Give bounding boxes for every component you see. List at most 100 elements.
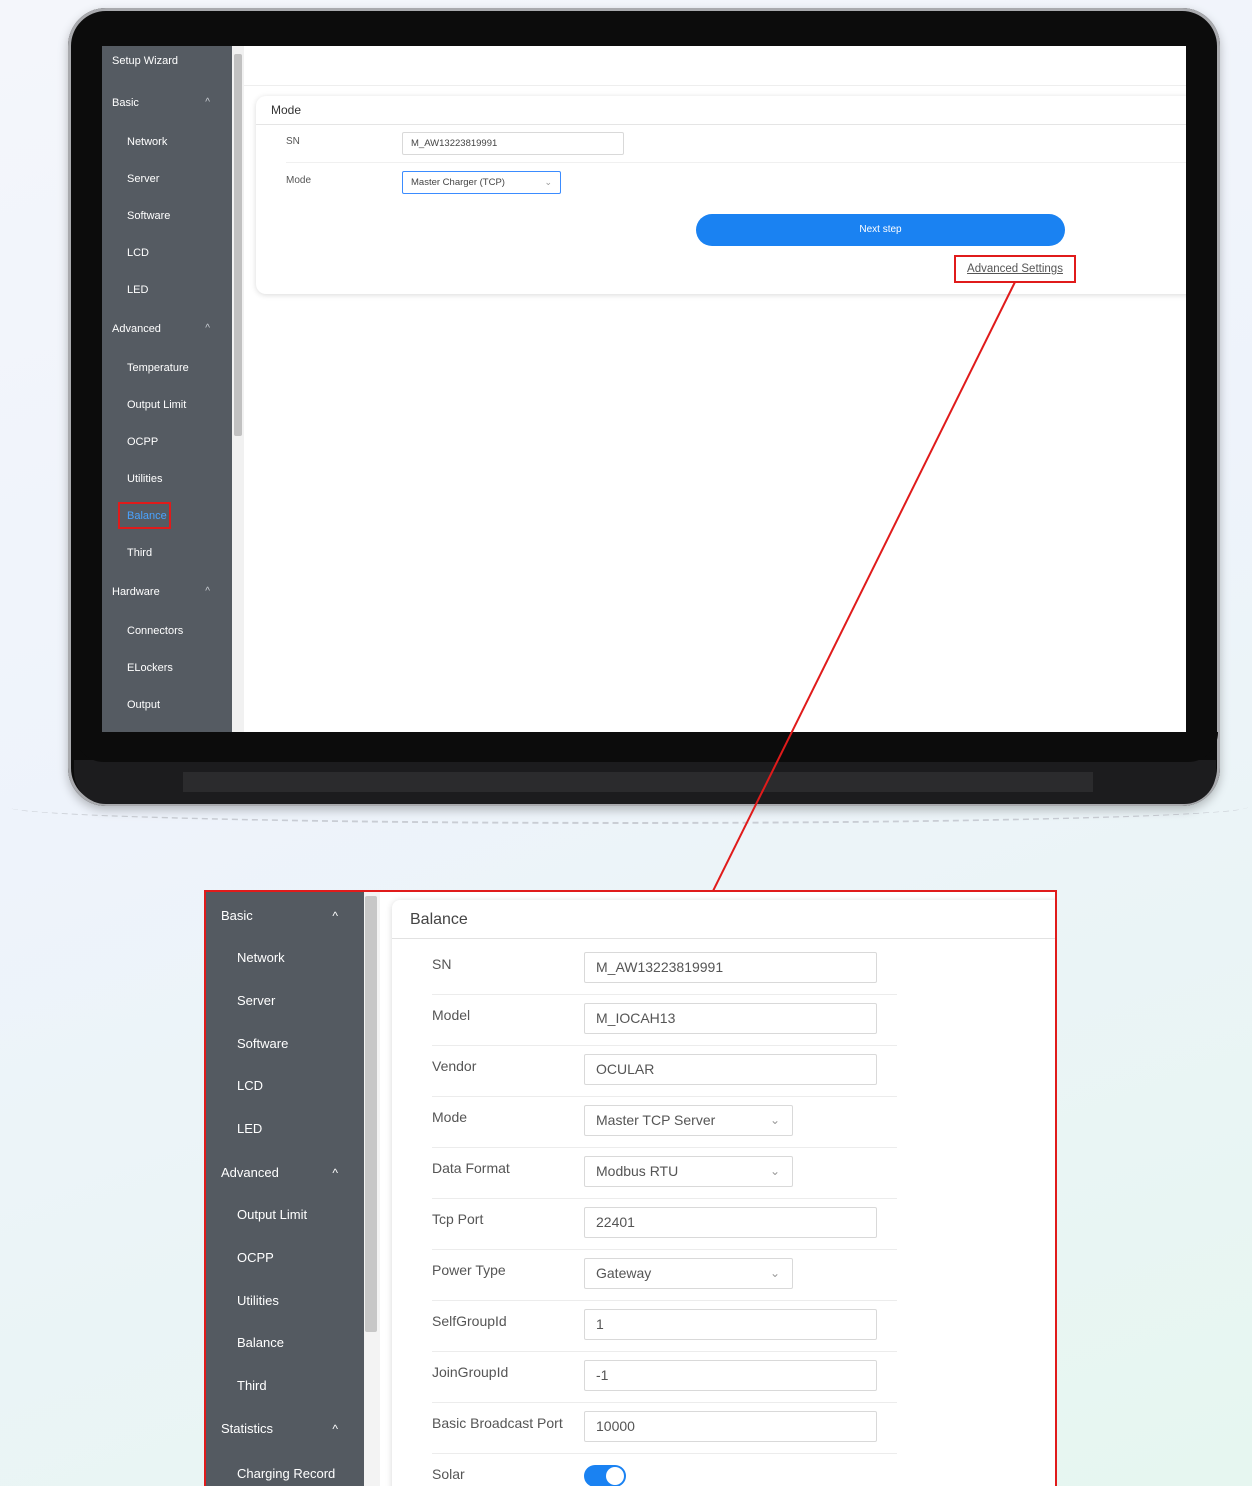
field-row-solar: Solar: [432, 1454, 897, 1486]
chevron-up-icon: ^: [332, 1422, 338, 1436]
field-row-power-type: Power Type Gateway ⌄: [432, 1250, 897, 1301]
sidebar-scrollbar[interactable]: [232, 46, 244, 732]
power-type-select[interactable]: Gateway ⌄: [584, 1258, 793, 1289]
balance-card: Balance SN M_AW13223819991 Model M_IOCAH…: [392, 900, 1055, 1486]
chevron-down-icon: ⌄: [769, 1164, 780, 1178]
sidebar-scrollbar-thumb[interactable]: [234, 54, 242, 436]
sidebar-group-basic[interactable]: Basic ^: [102, 93, 232, 113]
sidebar-item-network[interactable]: Network: [206, 946, 364, 970]
chevron-down-icon: ⌄: [544, 177, 552, 187]
zoom-sidebar-scrollbar[interactable]: [364, 892, 380, 1486]
divider: [392, 938, 1055, 939]
field-row-vendor: Vendor OCULAR: [432, 1046, 897, 1097]
zoom-sidebar: Basic ^ Network Server Software LCD LED A…: [206, 892, 364, 1486]
sidebar-item-connectors[interactable]: Connectors: [102, 621, 232, 641]
mode-select[interactable]: Master TCP Server ⌄: [584, 1105, 793, 1136]
toggle-knob: [606, 1467, 624, 1485]
field-row-sn: SN M_AW13223819991: [432, 944, 897, 995]
model-label: Model: [432, 1007, 471, 1023]
self-group-id-input[interactable]: 1: [584, 1309, 877, 1340]
sidebar-item-third[interactable]: Third: [206, 1374, 364, 1398]
sn-input[interactable]: M_AW13223819991: [402, 132, 624, 155]
tcp-port-label: Tcp Port: [432, 1211, 484, 1227]
advanced-settings-link[interactable]: Advanced Settings: [954, 255, 1076, 283]
tcp-port-input[interactable]: 22401: [584, 1207, 877, 1238]
mode-label: Mode: [432, 1109, 468, 1125]
chevron-up-icon: ^: [205, 97, 210, 108]
laptop-chin-bar: [183, 772, 1093, 792]
sidebar-item-utilities[interactable]: Utilities: [206, 1289, 364, 1313]
chevron-down-icon: ⌄: [769, 1266, 780, 1280]
field-row-basic-broadcast-port: Basic Broadcast Port 10000: [432, 1403, 897, 1454]
main-content: Mode SN M_AW13223819991 Mode Master Char…: [244, 46, 1186, 732]
mode-card: Mode SN M_AW13223819991 Mode Master Char…: [256, 96, 1186, 294]
solar-toggle[interactable]: [584, 1465, 626, 1486]
sidebar-item-output-limit[interactable]: Output Limit: [102, 395, 232, 415]
sidebar-item-software[interactable]: Software: [102, 206, 232, 226]
chevron-up-icon: ^: [205, 323, 210, 334]
solar-label: Solar: [432, 1466, 465, 1482]
sidebar-item-network[interactable]: Network: [102, 132, 232, 152]
basic-broadcast-port-input[interactable]: 10000: [584, 1411, 877, 1442]
sidebar-item-temperature[interactable]: Temperature: [102, 358, 232, 378]
sidebar-item-elockers[interactable]: ELockers: [102, 658, 232, 678]
laptop-screen: Setup Wizard Basic ^ Network Server Softw…: [102, 46, 1186, 732]
data-format-label: Data Format: [432, 1160, 510, 1176]
sidebar-group-advanced[interactable]: Advanced ^: [102, 319, 232, 339]
vendor-label: Vendor: [432, 1058, 477, 1074]
field-row-self-group-id: SelfGroupId 1: [432, 1301, 897, 1352]
self-group-id-label: SelfGroupId: [432, 1313, 507, 1329]
mode-label: Mode: [286, 175, 312, 186]
sidebar-item-output[interactable]: Output: [102, 695, 232, 715]
mode-select[interactable]: Master Charger (TCP) ⌄: [402, 171, 561, 194]
field-row-join-group-id: JoinGroupId -1: [432, 1352, 897, 1403]
sidebar-group-advanced[interactable]: Advanced ^: [206, 1161, 364, 1185]
sidebar-item-led[interactable]: LED: [102, 280, 232, 300]
mode-card-title: Mode: [271, 103, 302, 117]
next-step-button[interactable]: Next step: [696, 214, 1065, 246]
content-header: [244, 46, 1186, 86]
sn-input[interactable]: M_AW13223819991: [584, 952, 877, 983]
sidebar-item-balance[interactable]: Balance: [206, 1331, 364, 1355]
balance-callout-highlight: [118, 502, 171, 529]
join-group-id-label: JoinGroupId: [432, 1364, 509, 1380]
sidebar-item-utilities[interactable]: Utilities: [102, 469, 232, 489]
sn-label: SN: [432, 956, 452, 972]
sidebar-group-hardware[interactable]: Hardware ^: [102, 582, 232, 602]
sidebar: Setup Wizard Basic ^ Network Server Softw…: [102, 46, 232, 732]
basic-broadcast-port-label: Basic Broadcast Port: [432, 1415, 563, 1431]
sidebar-item-ocpp[interactable]: OCPP: [206, 1246, 364, 1270]
chevron-up-icon: ^: [205, 586, 210, 597]
field-row-model: Model M_IOCAH13: [432, 995, 897, 1046]
sidebar-item-lcd[interactable]: LCD: [206, 1074, 364, 1098]
power-type-label: Power Type: [432, 1262, 506, 1278]
divider: [286, 162, 1186, 163]
join-group-id-input[interactable]: -1: [584, 1360, 877, 1391]
sidebar-group-statistics[interactable]: Statistics ^: [206, 1417, 364, 1441]
field-row-data-format: Data Format Modbus RTU ⌄: [432, 1148, 897, 1199]
vendor-input[interactable]: OCULAR: [584, 1054, 877, 1085]
sidebar-item-software[interactable]: Software: [206, 1032, 364, 1056]
zoomed-balance-panel: Basic ^ Network Server Software LCD LED A…: [204, 890, 1057, 1486]
field-row-mode: Mode Master TCP Server ⌄: [432, 1097, 897, 1148]
chevron-up-icon: ^: [332, 1166, 338, 1180]
chevron-down-icon: ⌄: [769, 1113, 780, 1127]
sidebar-item-server[interactable]: Server: [206, 989, 364, 1013]
sidebar-item-third[interactable]: Third: [102, 543, 232, 563]
sidebar-item-output-limit[interactable]: Output Limit: [206, 1203, 364, 1227]
sidebar-item-led[interactable]: LED: [206, 1117, 364, 1141]
balance-card-title: Balance: [410, 911, 468, 928]
sidebar-item-ocpp[interactable]: OCPP: [102, 432, 232, 452]
sidebar-item-lcd[interactable]: LCD: [102, 243, 232, 263]
sidebar-item-server[interactable]: Server: [102, 169, 232, 189]
divider: [256, 124, 1186, 125]
zoom-scrollbar-thumb[interactable]: [365, 896, 377, 1332]
sn-label: SN: [286, 136, 300, 147]
field-row-tcp-port: Tcp Port 22401: [432, 1199, 897, 1250]
sidebar-group-basic[interactable]: Basic ^: [206, 904, 364, 928]
data-format-select[interactable]: Modbus RTU ⌄: [584, 1156, 793, 1187]
sidebar-item-setup-wizard[interactable]: Setup Wizard: [102, 51, 232, 71]
laptop-bezel-bottom: [74, 732, 1218, 762]
model-input[interactable]: M_IOCAH13: [584, 1003, 877, 1034]
sidebar-item-charging-record[interactable]: Charging Record: [206, 1462, 364, 1486]
